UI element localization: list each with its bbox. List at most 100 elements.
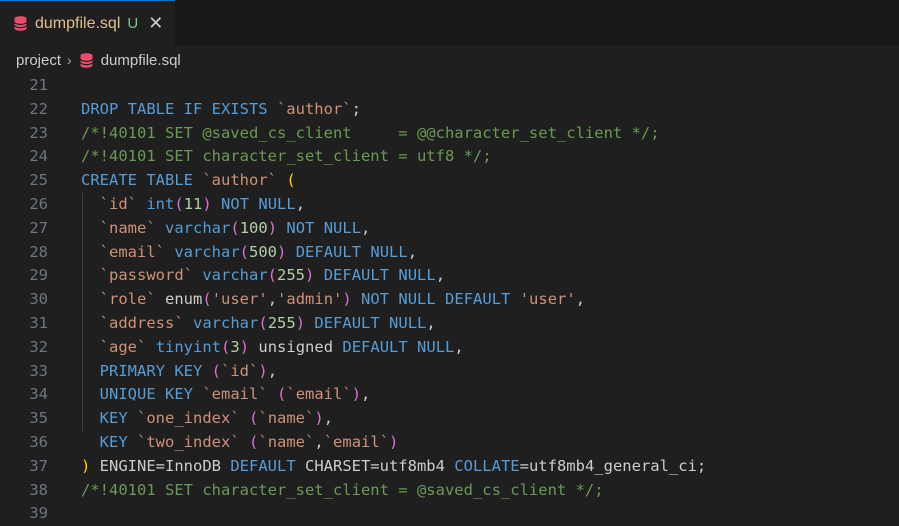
code-line[interactable]: 24 /*!40101 SET character_set_client = ut… (0, 145, 899, 169)
code-text: `age` tinyint(3) unsigned DEFAULT NULL, (81, 336, 464, 360)
breadcrumb-folder[interactable]: project (16, 52, 61, 69)
code-line[interactable]: 28 `email` varchar(500) DEFAULT NULL, (0, 241, 899, 265)
code-token: , (454, 337, 464, 356)
line-number: 29 (29, 266, 48, 285)
code-token: ) (267, 218, 278, 237)
code-token: 3 (230, 337, 240, 356)
database-icon (13, 16, 28, 31)
line-number: 36 (29, 432, 48, 451)
code-token: varchar (174, 242, 240, 261)
code-line[interactable]: 33 PRIMARY KEY (`id`), (0, 360, 899, 384)
code-line[interactable]: 34 UNIQUE KEY `email` (`email`), (0, 383, 899, 407)
line-number: 33 (29, 361, 48, 380)
code-line[interactable]: 39 (0, 502, 899, 526)
breadcrumb-file[interactable]: dumpfile.sql (79, 52, 181, 69)
code-token: , (267, 290, 278, 309)
line-number: 32 (29, 337, 48, 356)
code-token: NOT NULL (286, 218, 362, 237)
code-token: NOT NULL DEFAULT (361, 290, 511, 309)
code-token: varchar (202, 266, 268, 285)
code-token: ) (389, 432, 399, 451)
code-token: ( (174, 194, 184, 213)
code-token: `one_index` (137, 409, 240, 428)
code-token: /*!40101 SET @saved_cs_client = @@charac… (81, 123, 660, 142)
code-line[interactable]: 31 `address` varchar(255) DEFAULT NULL, (0, 312, 899, 336)
code-line[interactable]: 23 /*!40101 SET @saved_cs_client = @@char… (0, 122, 899, 146)
code-token: `email` (202, 385, 268, 404)
code-token: `author` (276, 99, 352, 118)
code-token: ( (202, 290, 212, 309)
code-token: ) (351, 385, 362, 404)
code-line[interactable]: 25 CREATE TABLE `author` ( (0, 169, 899, 193)
line-number: 21 (29, 76, 48, 94)
code-token: `password` (99, 266, 193, 285)
code-text: KEY `two_index` (`name`,`email`) (81, 431, 399, 455)
code-token: DROP TABLE IF EXISTS (81, 99, 277, 118)
code-token: CHARSET=utf8mb4 (295, 456, 455, 475)
code-text: `id` int(11) NOT NULL, (81, 193, 305, 217)
code-token: , (575, 290, 586, 309)
code-token: tinyint (155, 337, 222, 356)
code-text: /*!40101 SET character_set_client = utf8… (81, 145, 492, 169)
code-line[interactable]: 37) ENGINE=InnoDB DEFAULT CHARSET=utf8mb… (0, 455, 899, 479)
code-token: 'admin' (277, 290, 343, 309)
code-token: `email` (286, 385, 352, 404)
code-line[interactable]: 29 `password` varchar(255) DEFAULT NULL, (0, 264, 899, 288)
code-token: ENGINE=InnoDB (90, 456, 231, 475)
code-token: ( (239, 242, 250, 261)
code-token: unsigned (249, 337, 343, 356)
code-token: ) (277, 242, 287, 261)
code-token: DEFAULT (230, 456, 296, 475)
code-token: varchar (193, 313, 259, 332)
code-token: , (407, 242, 418, 261)
code-token: enum (155, 290, 203, 309)
tab-dumpfile-sql[interactable]: dumpfile.sql U ✕ (0, 0, 175, 46)
code-token: `author` (202, 171, 277, 190)
code-token: ( (211, 361, 222, 380)
line-number: 30 (29, 290, 48, 309)
line-number: 26 (29, 194, 48, 213)
code-token: `id` (221, 361, 259, 380)
code-token: `id` (99, 194, 137, 213)
line-number: 28 (29, 242, 48, 261)
code-line[interactable]: 21 (0, 74, 899, 98)
code-token: , (323, 409, 334, 428)
code-editor[interactable]: 21 22 DROP TABLE IF EXISTS `author`; 23 /*!4… (0, 74, 899, 526)
code-line[interactable]: 30 `role` enum('user','admin') NOT NULL … (0, 288, 899, 312)
line-number: 37 (29, 456, 48, 475)
code-token: ( (221, 337, 231, 356)
code-line[interactable]: 32 `age` tinyint(3) unsigned DEFAULT NUL… (0, 336, 899, 360)
code-token: DEFAULT NULL (323, 266, 436, 285)
close-icon[interactable]: ✕ (148, 14, 163, 33)
git-status-badge: U (127, 15, 139, 32)
code-token: ( (249, 409, 259, 428)
code-line[interactable]: 22 DROP TABLE IF EXISTS `author`; (0, 98, 899, 122)
code-token: 255 (277, 266, 306, 285)
code-line[interactable]: 26 `id` int(11) NOT NULL, (0, 193, 899, 217)
code-token: 255 (267, 313, 296, 332)
code-line[interactable]: 38 /*!40101 SET character_set_client = @s… (0, 479, 899, 503)
breadcrumb: project › dumpfile.sql (0, 46, 899, 74)
code-token: DEFAULT NULL (295, 242, 408, 261)
code-token: DEFAULT NULL (314, 313, 427, 332)
code-token: , (426, 313, 436, 332)
code-token: ( (258, 313, 268, 332)
code-line[interactable]: 35 KEY `one_index` (`name`), (0, 407, 899, 431)
code-token: ( (286, 171, 296, 190)
code-line[interactable]: 36 KEY `two_index` (`name`,`email`) (0, 431, 899, 455)
code-token: 100 (239, 218, 268, 237)
code-line[interactable]: 27 `name` varchar(100) NOT NULL, (0, 217, 899, 241)
